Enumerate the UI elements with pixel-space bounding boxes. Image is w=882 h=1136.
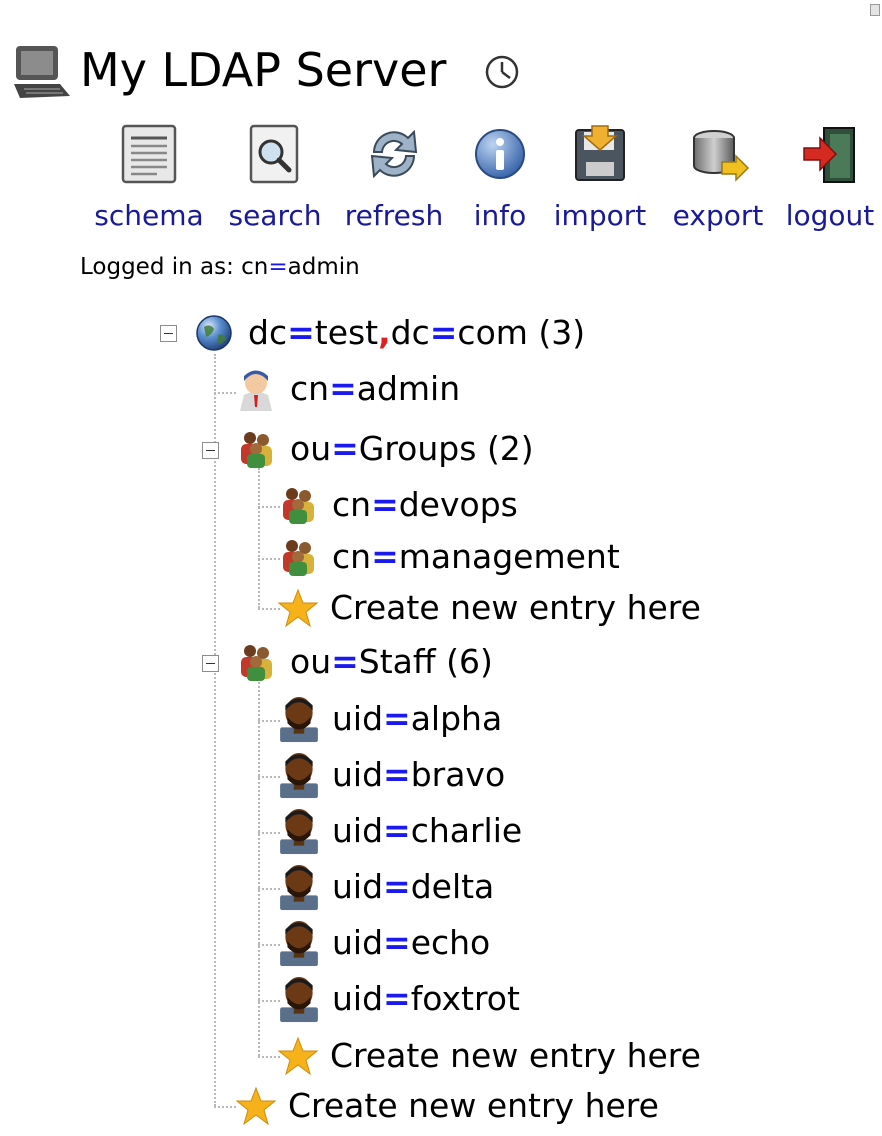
import-icon <box>575 125 625 181</box>
toolbar-import-label[interactable]: import <box>554 200 646 232</box>
logged-in-user: admin <box>287 254 360 280</box>
tree-node-uid-bravo[interactable]: uid=bravo <box>278 750 505 800</box>
tree-node-uid-delta[interactable]: uid=delta <box>278 862 494 912</box>
tree-node-uid-echo-label[interactable]: uid=echo <box>332 923 490 963</box>
tree-node-uid-charlie-label[interactable]: uid=charlie <box>332 811 522 851</box>
schema-icon <box>121 124 177 184</box>
person-icon <box>278 863 320 911</box>
create-entry-staff-link[interactable]: Create new entry here <box>278 1031 701 1081</box>
tree-node-devops[interactable]: cn=devops <box>278 480 518 530</box>
group-icon <box>236 429 276 469</box>
tree-node-uid-echo[interactable]: uid=echo <box>278 918 490 968</box>
corner-toggle-icon[interactable] <box>870 4 880 16</box>
tree-guide-root <box>214 354 216 1106</box>
group-icon <box>278 485 318 525</box>
tree-node-management[interactable]: cn=management <box>278 532 620 582</box>
person-icon <box>278 807 320 855</box>
toolbar-search-button[interactable]: search <box>228 122 322 232</box>
create-entry-staff-label[interactable]: Create new entry here <box>330 1036 701 1076</box>
star-icon <box>278 1036 318 1076</box>
toolbar-import-button[interactable]: import <box>554 122 646 232</box>
server-title: My LDAP Server <box>80 43 447 97</box>
toolbar-refresh-button[interactable]: refresh <box>345 122 443 232</box>
tree-node-admin-label[interactable]: cn=admin <box>290 369 460 409</box>
tree-node-uid-bravo-label[interactable]: uid=bravo <box>332 755 505 795</box>
toolbar-refresh-label[interactable]: refresh <box>345 200 443 232</box>
group-icon <box>278 537 318 577</box>
toolbar-export-button[interactable]: export <box>673 122 763 232</box>
tree-node-uid-delta-label[interactable]: uid=delta <box>332 867 494 907</box>
person-icon <box>278 695 320 743</box>
server-computer-icon <box>12 40 72 104</box>
tree-guide-groups <box>258 468 260 608</box>
tree-node-root-count: (3) <box>538 313 586 352</box>
toolbar-search-label[interactable]: search <box>228 200 321 232</box>
tree-node-uid-charlie[interactable]: uid=charlie <box>278 806 522 856</box>
toolbar-export-label[interactable]: export <box>673 200 764 232</box>
tree-node-staff[interactable]: ou=Staff (6) <box>236 637 493 687</box>
create-entry-root-link[interactable]: Create new entry here <box>236 1081 659 1131</box>
tree-node-uid-alpha-label[interactable]: uid=alpha <box>332 699 502 739</box>
tree-node-groups-label[interactable]: ou=Groups (2) <box>290 429 534 469</box>
toolbar-schema-button[interactable]: schema <box>94 122 204 232</box>
logout-icon <box>803 127 855 183</box>
logged-in-status: Logged in as: cn=admin <box>80 254 360 280</box>
person-icon <box>278 975 320 1023</box>
globe-icon <box>196 315 232 351</box>
star-icon <box>278 588 318 628</box>
toolbar-schema-label[interactable]: schema <box>94 200 203 232</box>
clock-icon[interactable] <box>484 54 520 94</box>
tree-node-management-label[interactable]: cn=management <box>332 537 620 577</box>
tree-node-uid-foxtrot[interactable]: uid=foxtrot <box>278 974 520 1024</box>
tree-node-devops-label[interactable]: cn=devops <box>332 485 518 525</box>
toolbar-info-button[interactable]: info <box>468 122 532 232</box>
toolbar-info-label[interactable]: info <box>474 200 527 232</box>
tree-node-staff-count: (6) <box>446 642 493 681</box>
person-icon <box>278 751 320 799</box>
toolbar-logout-label[interactable]: logout <box>786 200 875 232</box>
tree-node-uid-foxtrot-label[interactable]: uid=foxtrot <box>332 979 520 1019</box>
collapse-staff-toggle[interactable] <box>202 655 219 672</box>
collapse-groups-toggle[interactable] <box>202 442 219 459</box>
admin-user-icon <box>236 365 276 413</box>
create-entry-groups-link[interactable]: Create new entry here <box>278 583 701 633</box>
toolbar-logout-button[interactable]: logout <box>786 122 874 232</box>
create-entry-root-label[interactable]: Create new entry here <box>288 1086 659 1126</box>
group-icon <box>236 642 276 682</box>
create-entry-groups-label[interactable]: Create new entry here <box>330 588 701 628</box>
tree-node-admin[interactable]: cn=admin <box>236 364 460 414</box>
search-icon <box>249 124 299 184</box>
tree-node-groups[interactable]: ou=Groups (2) <box>236 424 534 474</box>
tree-node-groups-count: (2) <box>486 429 534 468</box>
tree-node-uid-alpha[interactable]: uid=alpha <box>278 694 502 744</box>
tree-node-staff-label[interactable]: ou=Staff (6) <box>290 642 493 682</box>
tree-node-root-label[interactable]: dc=test,dc=com (3) <box>248 313 585 353</box>
export-icon <box>693 130 750 182</box>
person-icon <box>278 919 320 967</box>
tree-node-root[interactable]: dc=test,dc=com (3) <box>194 308 585 358</box>
star-icon <box>236 1086 276 1126</box>
info-icon <box>475 129 525 179</box>
collapse-root-toggle[interactable] <box>160 325 177 342</box>
logged-in-label: Logged in as: cn <box>80 254 269 280</box>
refresh-icon <box>370 129 418 179</box>
